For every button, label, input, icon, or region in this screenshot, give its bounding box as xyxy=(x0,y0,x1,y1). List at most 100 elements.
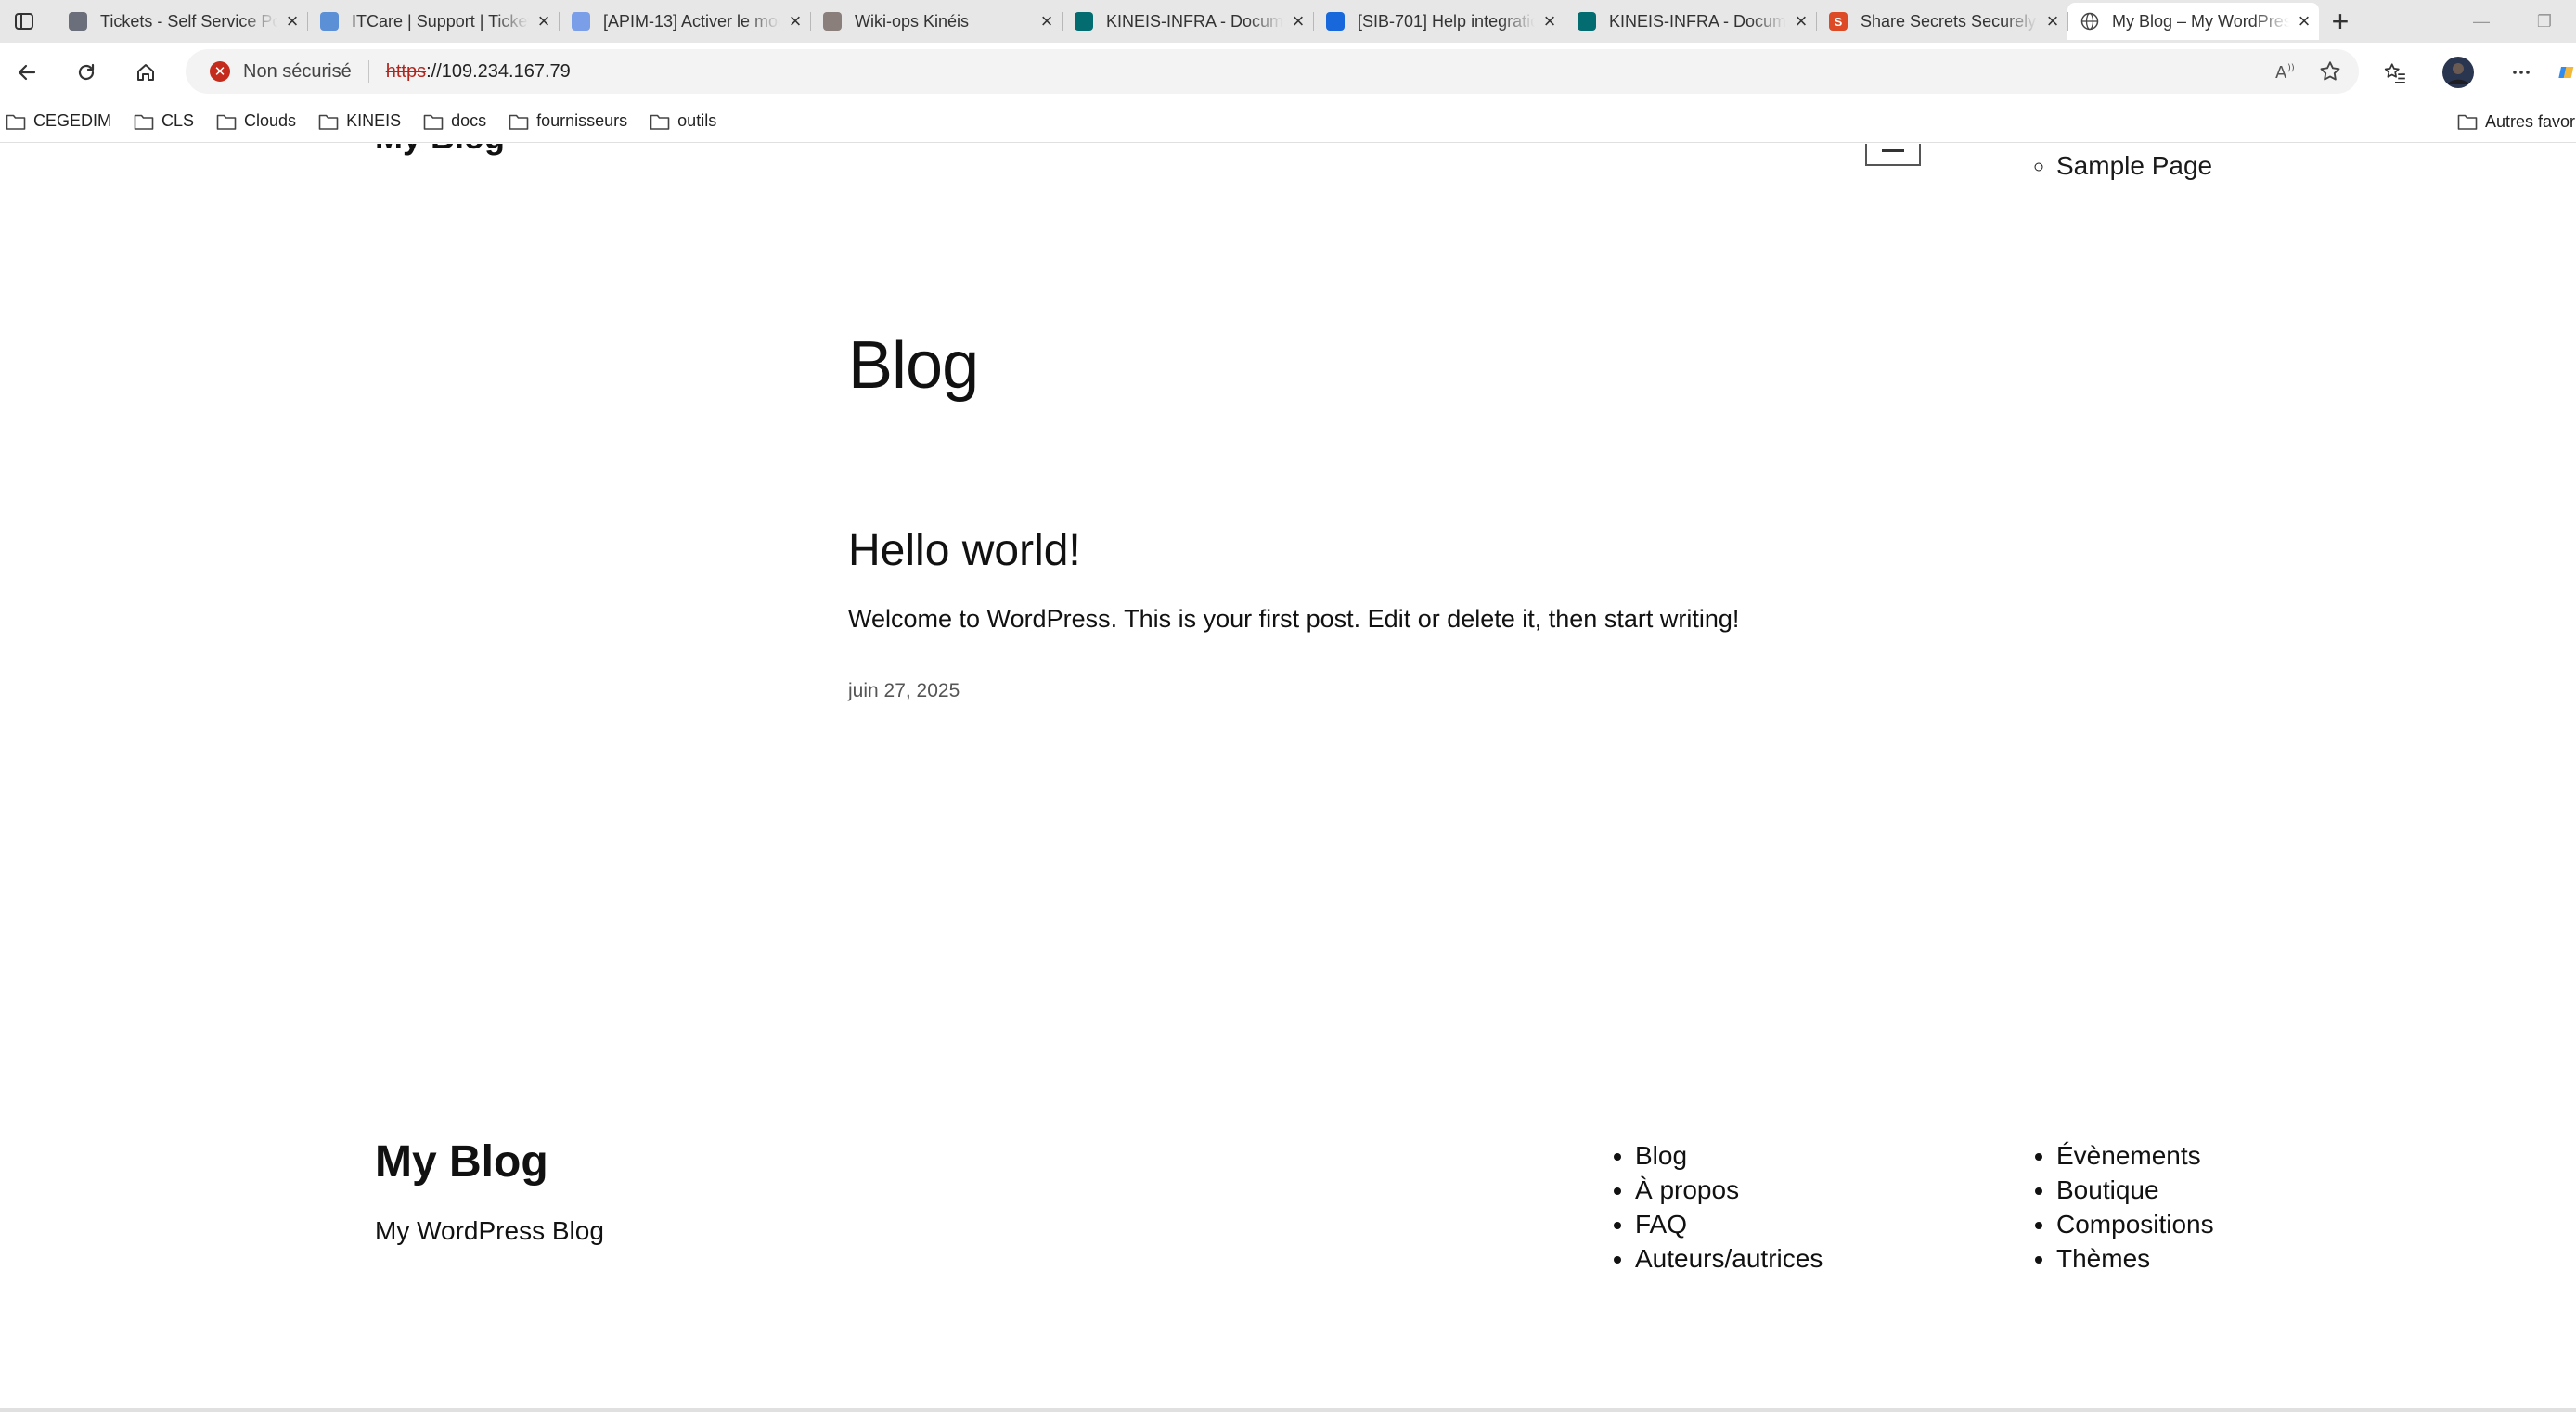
close-tab-icon[interactable]: × xyxy=(1283,9,1313,33)
bookmark-folder[interactable]: KINEIS xyxy=(318,111,401,131)
profile-button[interactable] xyxy=(2441,55,2476,90)
browser-tab[interactable]: Wiki-ops Kinéis × xyxy=(810,3,1062,40)
jira-favicon-icon xyxy=(1326,12,1345,31)
footer-link[interactable]: FAQ xyxy=(1635,1207,1823,1241)
favorites-list-icon xyxy=(2384,63,2405,83)
itcare-favicon-icon xyxy=(320,12,339,31)
nav-link[interactable]: Sample Page xyxy=(2056,151,2212,181)
ticket-favicon-icon xyxy=(69,12,87,31)
close-tab-icon[interactable]: × xyxy=(2289,9,2319,33)
hamburger-icon xyxy=(1882,148,1904,152)
bookmark-folder[interactable]: CEGEDIM xyxy=(6,111,111,131)
folder-icon xyxy=(134,114,154,130)
tab-title[interactable]: Tickets - Self Service Portal xyxy=(100,12,277,32)
divider xyxy=(367,60,369,83)
browser-tab[interactable]: KINEIS-INFRA - Documents× xyxy=(1565,3,1816,40)
settings-menu-button[interactable] xyxy=(2504,55,2539,90)
bookmark-label[interactable]: CEGEDIM xyxy=(33,111,111,131)
bookmark-label[interactable]: docs xyxy=(451,111,486,131)
footer-nav-column-2: ÉvènementsBoutiqueCompositionsThèmes xyxy=(2056,1138,2214,1276)
bookmark-folder[interactable]: CLS xyxy=(134,111,194,131)
browser-tab[interactable]: [SIB-701] Help integration × xyxy=(1313,3,1565,40)
tab-title[interactable]: [SIB-701] Help integration xyxy=(1358,12,1535,32)
close-tab-icon[interactable]: × xyxy=(1786,9,1816,33)
new-tab-button[interactable]: + xyxy=(2319,3,2362,40)
folder-icon xyxy=(650,114,670,130)
bookmark-label[interactable]: CLS xyxy=(161,111,194,131)
not-secure-icon[interactable]: ✕ xyxy=(210,61,230,82)
wiki-favicon-icon xyxy=(823,12,842,31)
footer-site-title[interactable]: My Blog xyxy=(375,1136,548,1187)
copilot-button[interactable] xyxy=(2557,55,2576,90)
address-bar[interactable]: ✕ Non sécurisé https://109.234.167.79 A)… xyxy=(186,49,2359,94)
read-aloud-icon[interactable]: A)) xyxy=(2273,59,2298,83)
footer-link[interactable]: Auteurs/autrices xyxy=(1635,1241,1823,1276)
site-title[interactable]: My Blog xyxy=(375,144,505,157)
refresh-button[interactable] xyxy=(69,55,104,90)
more-options-icon xyxy=(2513,71,2530,74)
close-tab-icon[interactable]: × xyxy=(2038,9,2067,33)
tab-title[interactable]: Wiki-ops Kinéis xyxy=(855,12,1032,32)
folder-icon xyxy=(318,114,339,130)
tab-title[interactable]: My Blog – My WordPress Blog xyxy=(2112,12,2289,32)
page-title: Blog xyxy=(848,328,979,403)
close-tab-icon[interactable]: × xyxy=(529,9,559,33)
avatar xyxy=(2442,57,2474,88)
bookmark-folder[interactable]: Clouds xyxy=(216,111,296,131)
favorites-button[interactable] xyxy=(2377,55,2413,90)
home-button[interactable] xyxy=(128,55,163,90)
browser-tab[interactable]: ITCare | Support | Tickets × xyxy=(307,3,559,40)
minimize-icon[interactable]: — xyxy=(2450,0,2513,43)
url-protocol[interactable]: https xyxy=(386,61,426,83)
footer-tagline: My WordPress Blog xyxy=(375,1216,604,1245)
bookmark-label[interactable]: Clouds xyxy=(244,111,296,131)
tabs-row: Tickets - Self Service Portal×ITCare | S… xyxy=(56,3,2362,40)
url-host[interactable]: ://109.234.167.79 xyxy=(426,61,571,83)
footer-link[interactable]: Compositions xyxy=(2056,1207,2214,1241)
footer-link[interactable]: Blog xyxy=(1635,1138,1823,1173)
top-navigation: Sample Page xyxy=(2056,151,2212,181)
window-bottom-border xyxy=(0,1408,2576,1412)
footer-link[interactable]: Évènements xyxy=(2056,1138,2214,1173)
bookmark-folder[interactable]: outils xyxy=(650,111,716,131)
refresh-icon xyxy=(78,63,95,81)
svg-text:A: A xyxy=(2275,63,2287,83)
folder-icon xyxy=(423,114,444,130)
menu-toggle-button[interactable] xyxy=(1865,144,1921,166)
bookmark-folder[interactable]: fournisseurs xyxy=(509,111,627,131)
close-tab-icon[interactable]: × xyxy=(277,9,307,33)
footer-link[interactable]: Thèmes xyxy=(2056,1241,2214,1276)
tab-title[interactable]: KINEIS-INFRA - Documents xyxy=(1106,12,1283,32)
browser-tab[interactable]: S Share Secrets Securely × xyxy=(1816,3,2067,40)
bookmark-label[interactable]: fournisseurs xyxy=(536,111,627,131)
footer-link[interactable]: À propos xyxy=(1635,1173,1823,1207)
browser-tab[interactable]: My Blog – My WordPress Blog× xyxy=(2067,3,2319,40)
restore-icon[interactable]: ❐ xyxy=(2513,0,2576,43)
copilot-icon xyxy=(2558,67,2574,78)
browser-tab[interactable]: [APIM-13] Activer le mode × xyxy=(559,3,810,40)
tab-title[interactable]: ITCare | Support | Tickets xyxy=(352,12,529,32)
sharepoint-favicon-icon xyxy=(1578,12,1596,31)
close-tab-icon[interactable]: × xyxy=(1032,9,1062,33)
favorite-star-icon[interactable] xyxy=(2318,59,2342,83)
close-tab-icon[interactable]: × xyxy=(1535,9,1565,33)
tab-title[interactable]: KINEIS-INFRA - Documents xyxy=(1609,12,1786,32)
home-icon xyxy=(137,64,154,81)
bookmark-label[interactable]: outils xyxy=(677,111,716,131)
security-label[interactable]: Non sécurisé xyxy=(243,61,352,83)
post-date[interactable]: juin 27, 2025 xyxy=(848,680,960,702)
tab-title[interactable]: [APIM-13] Activer le mode xyxy=(603,12,780,32)
bookmark-label[interactable]: KINEIS xyxy=(346,111,401,131)
other-favorites[interactable]: Autres favoris xyxy=(2457,100,2576,143)
browser-tab[interactable]: KINEIS-INFRA - Documents× xyxy=(1062,3,1313,40)
bookmark-folder[interactable]: docs xyxy=(423,111,486,131)
footer-link[interactable]: Boutique xyxy=(2056,1173,2214,1207)
browser-tab[interactable]: Tickets - Self Service Portal× xyxy=(56,3,307,40)
tab-title[interactable]: Share Secrets Securely xyxy=(1861,12,2038,32)
folder-icon xyxy=(6,114,26,130)
close-tab-icon[interactable]: × xyxy=(780,9,810,33)
tab-actions-icon[interactable] xyxy=(0,0,48,43)
post-title[interactable]: Hello world! xyxy=(848,525,1081,576)
other-favorites-label[interactable]: Autres favoris xyxy=(2485,112,2576,132)
back-button[interactable] xyxy=(9,55,45,90)
